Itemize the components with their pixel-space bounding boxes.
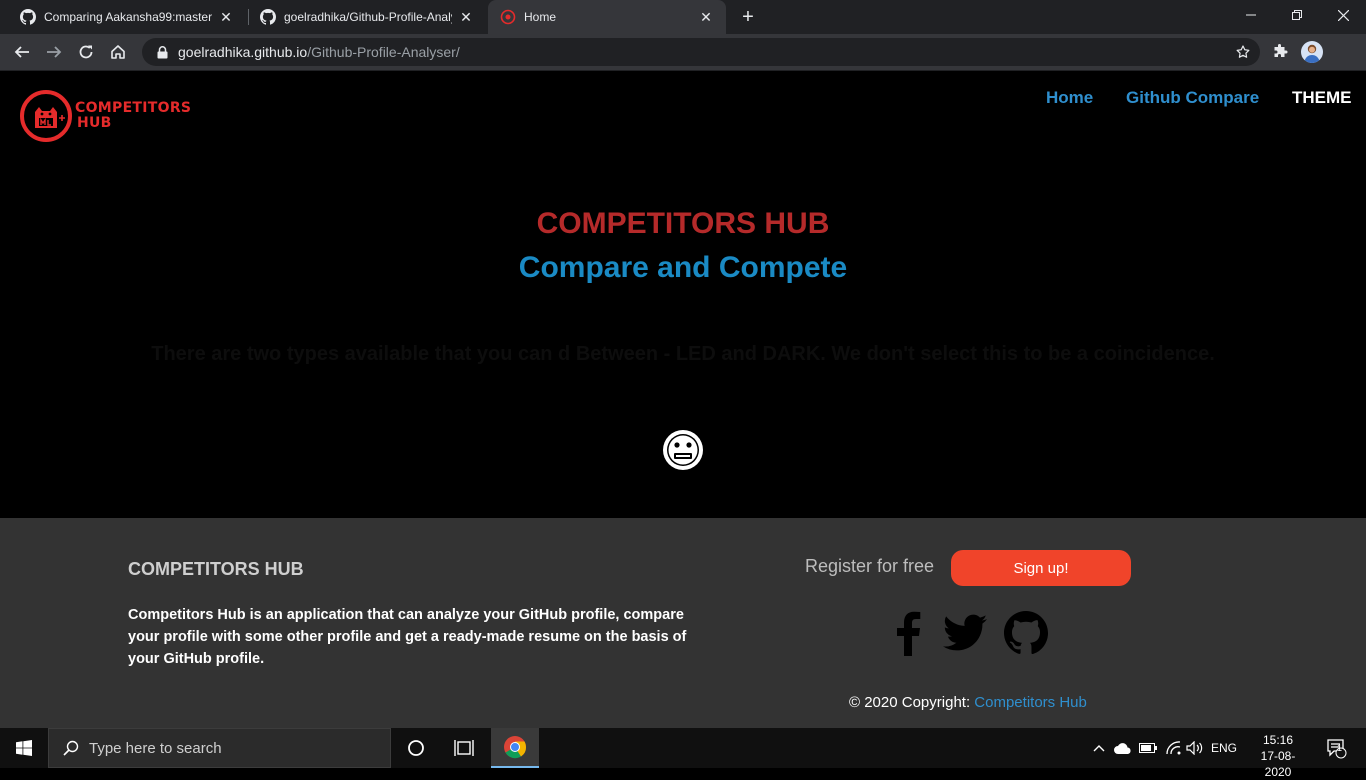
search-placeholder: Type here to search [89,739,222,757]
logo-text: COMPETITORS HUB [75,101,191,131]
task-view-icon [454,740,474,756]
browser-toolbar: goelradhika.github.io/Github-Profile-Ana… [0,34,1366,71]
tab-title: goelradhika/Github-Profile-Analy [284,10,452,24]
windows-taskbar: Type here to search ENG 15:16 17-08-2020 [0,728,1366,779]
clock-time: 15:16 [1262,733,1294,747]
nav-theme-link[interactable]: THEME [1292,88,1352,108]
forward-button[interactable] [40,38,68,66]
github-icon [260,9,276,25]
neutral-face-icon[interactable] [661,428,705,472]
close-icon[interactable]: ✕ [458,9,474,25]
nav-home-link[interactable]: Home [1046,88,1093,108]
tab-home[interactable]: Home ✕ [488,0,726,34]
reload-icon [79,45,93,59]
browser-tabstrip: Comparing Aakansha99:master... ✕ goelrad… [0,0,1366,34]
close-icon[interactable]: ✕ [698,9,714,25]
taskbar-search-box[interactable]: Type here to search [48,728,391,768]
arrow-right-icon [47,46,62,58]
logo-cat-icon [20,90,72,142]
home-icon [111,45,125,59]
reload-button[interactable] [72,38,100,66]
twitter-icon[interactable] [942,610,988,656]
task-view-button[interactable] [440,728,488,768]
language-indicator[interactable]: ENG [1208,728,1240,768]
battery-icon[interactable] [1137,728,1159,768]
github-icon[interactable] [1003,610,1049,656]
tray-chevron-icon[interactable] [1089,728,1109,768]
copyright-prefix: © 2020 Copyright: [849,694,971,711]
tab-github-repo[interactable]: goelradhika/Github-Profile-Analy ✕ [248,0,486,34]
footer-brand: COMPETITORS HUB [128,559,304,579]
profile-avatar[interactable] [1301,41,1323,63]
facebook-icon[interactable] [885,610,931,656]
address-bar[interactable]: goelradhika.github.io/Github-Profile-Ana… [142,38,1260,66]
cortana-button[interactable] [392,728,440,768]
volume-icon[interactable] [1184,728,1206,768]
tab-title: Home [524,10,557,24]
search-icon [63,740,79,756]
url-path: /Github-Profile-Analyser/ [307,44,460,60]
home-button[interactable] [104,38,132,66]
competitors-hub-favicon [500,9,516,25]
notification-count: 1 [1337,743,1343,753]
restore-button[interactable] [1274,0,1320,30]
close-icon[interactable]: ✕ [218,9,234,25]
url-host: goelradhika.github.io [178,44,308,60]
start-button[interactable] [0,728,48,768]
notifications-button[interactable]: 1 [1318,728,1354,768]
tab-comparing[interactable]: Comparing Aakansha99:master... ✕ [8,0,246,34]
back-button[interactable] [8,38,36,66]
logo-line-1: COMPETITORS [75,100,192,116]
copyright: © 2020 Copyright: Competitors Hub [849,694,1087,711]
cortana-circle-icon [408,740,424,756]
hero-faint-text: There are two types available that you c… [151,343,1215,365]
new-tab-button[interactable]: + [736,5,760,29]
close-window-button[interactable] [1320,0,1366,30]
chrome-icon [504,736,527,759]
site-logo[interactable]: COMPETITORS HUB [18,88,208,144]
taskbar-clock[interactable]: 15:16 17-08-2020 [1250,732,1306,780]
windows-logo-icon [16,740,32,756]
hero-title: COMPETITORS HUB [536,207,830,240]
taskbar-chrome-button[interactable] [491,728,539,768]
lock-icon [154,44,170,60]
github-icon [20,9,36,25]
bookmark-star-icon[interactable] [1234,43,1252,61]
copyright-link[interactable]: Competitors Hub [974,694,1087,711]
extensions-button[interactable] [1266,38,1294,66]
clock-date: 17-08-2020 [1260,749,1296,779]
puzzle-icon [1274,44,1288,57]
url-text: goelradhika.github.io/Github-Profile-Ana… [178,44,460,60]
tab-title: Comparing Aakansha99:master... [44,10,212,24]
footer-description: Competitors Hub is an application that c… [128,607,687,667]
minimize-button[interactable] [1228,0,1274,30]
onedrive-icon[interactable] [1112,728,1134,768]
web-page: COMPETITORS HUB Home Github Compare THEM… [0,71,1366,728]
site-footer: COMPETITORS HUB Competitors Hub is an ap… [0,518,1366,728]
register-text: Register for free [805,556,935,576]
hero-subtitle: Compare and Compete [518,251,848,284]
arrow-left-icon [14,46,29,58]
notification-icon [1327,739,1347,759]
signup-button[interactable]: Sign up! [951,550,1131,586]
logo-line-2: HUB [77,115,112,131]
nav-github-compare-link[interactable]: Github Compare [1126,88,1259,108]
wifi-icon[interactable] [1162,728,1184,768]
